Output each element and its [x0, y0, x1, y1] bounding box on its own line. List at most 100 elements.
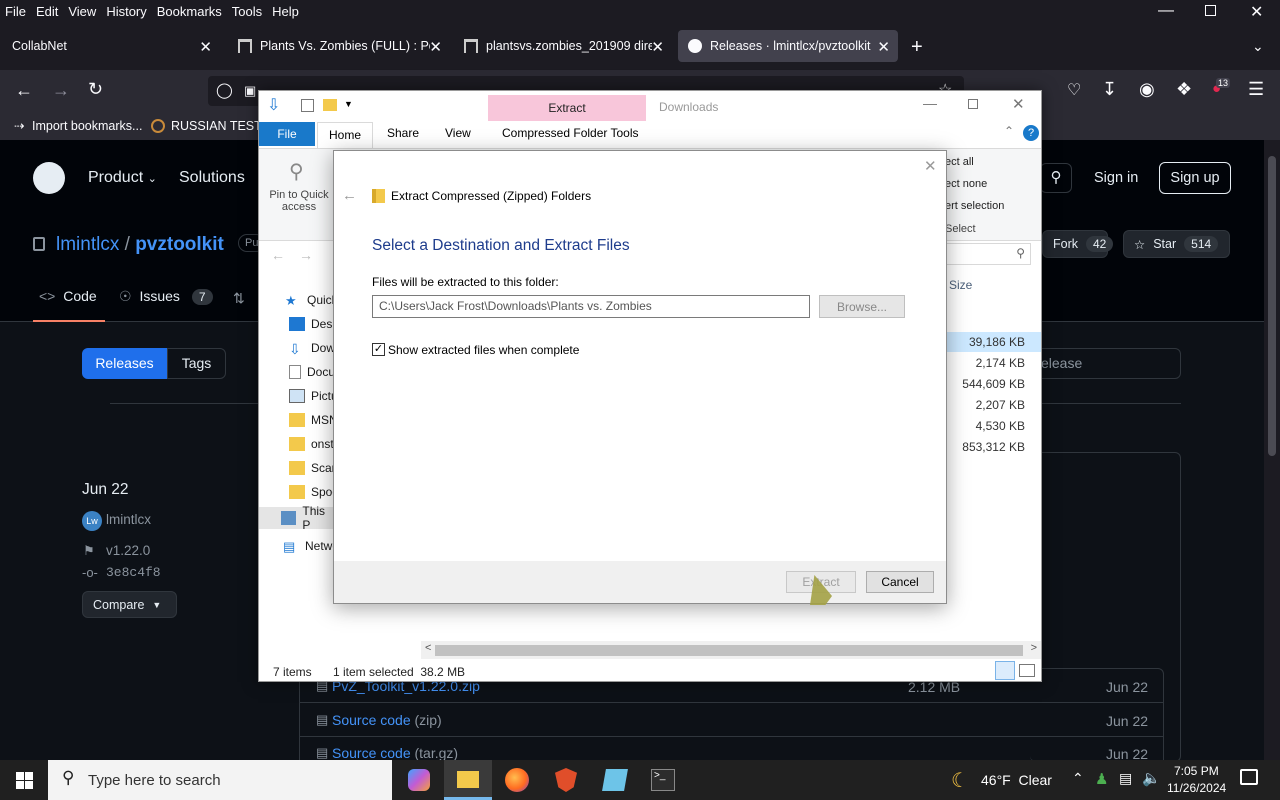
- terminal-icon[interactable]: >_: [651, 769, 675, 791]
- weather-text[interactable]: 46°F Clear: [981, 772, 1052, 788]
- quick-access-download-icon[interactable]: ⇩: [267, 95, 280, 115]
- select-none-item[interactable]: ect none: [945, 178, 987, 190]
- page-scrollbar[interactable]: [1264, 140, 1280, 760]
- account-icon[interactable]: ◉: [1139, 79, 1155, 100]
- nav-documents[interactable]: Docu: [289, 365, 335, 379]
- pull-request-icon[interactable]: ⇅: [233, 290, 245, 307]
- release-commit[interactable]: 3e8c4f8: [106, 565, 161, 580]
- explorer-close-icon[interactable]: ✕: [1012, 95, 1025, 113]
- nav-folder-scar[interactable]: Scar: [289, 461, 336, 475]
- sign-in-link[interactable]: Sign in: [1094, 170, 1138, 186]
- extensions-icon[interactable]: ❖: [1176, 79, 1192, 100]
- tab-close-icon[interactable]: ✕: [651, 38, 664, 56]
- menu-tools[interactable]: Tools: [227, 4, 267, 19]
- tab-list-chevron-icon[interactable]: ⌄: [1252, 38, 1264, 55]
- repo-name-link[interactable]: pvztoolkit: [135, 234, 224, 255]
- tab-close-icon[interactable]: ✕: [199, 38, 212, 56]
- nav-this-pc[interactable]: This P: [259, 504, 335, 532]
- bookmark-russian-test[interactable]: RUSSIAN TEST: [171, 119, 262, 133]
- volume-icon[interactable]: 🔈: [1142, 769, 1161, 787]
- destination-path-input[interactable]: C:\Users\Jack Frost\Downloads\Plants vs.…: [372, 295, 810, 318]
- clock-date[interactable]: 11/26/2024: [1167, 781, 1226, 795]
- clock-time[interactable]: 7:05 PM: [1174, 764, 1219, 778]
- help-icon[interactable]: ?: [1023, 125, 1039, 141]
- fork-button[interactable]: Fork 42: [1042, 230, 1114, 258]
- nav-product[interactable]: Product ⌄: [88, 169, 157, 187]
- show-files-checkbox[interactable]: ✓: [372, 343, 385, 356]
- nav-downloads[interactable]: ⇩ Dow: [289, 341, 335, 357]
- copilot-icon[interactable]: [408, 769, 430, 791]
- scrollbar-thumb[interactable]: [1268, 156, 1276, 456]
- dialog-close-icon[interactable]: ✕: [924, 157, 937, 175]
- explorer-search-box[interactable]: ⚲: [945, 243, 1031, 265]
- select-all-item[interactable]: ect all: [945, 156, 974, 168]
- menu-hamburger-icon[interactable]: ☰: [1248, 79, 1264, 100]
- explorer-forward-icon[interactable]: →: [299, 247, 313, 263]
- nav-pictures[interactable]: Pictu: [289, 389, 338, 403]
- tray-overflow-icon[interactable]: ⌃: [1072, 770, 1084, 787]
- forward-icon[interactable]: →: [52, 80, 70, 101]
- new-tab-icon[interactable]: +: [911, 36, 923, 59]
- qat-dropdown-icon[interactable]: ▼: [344, 99, 353, 109]
- ribbon-tab-compressed-folder-tools[interactable]: Compressed Folder Tools: [502, 126, 639, 140]
- repo-owner-link[interactable]: lmintlcx: [56, 234, 119, 255]
- file-explorer-taskbar-button[interactable]: [444, 760, 492, 800]
- scrollbar-thumb[interactable]: [435, 645, 1023, 656]
- github-logo-icon[interactable]: [33, 162, 65, 194]
- notifications-icon[interactable]: [1240, 769, 1258, 785]
- new-folder-icon[interactable]: [323, 99, 337, 111]
- start-windows-icon[interactable]: [16, 772, 33, 789]
- menu-bookmarks[interactable]: Bookmarks: [152, 4, 227, 19]
- window-close-icon[interactable]: ✕: [1250, 2, 1263, 22]
- tab-pvz-archive[interactable]: Plants Vs. Zombies (FULL) : Pop ✕: [228, 30, 450, 62]
- nav-solutions[interactable]: Solutions: [179, 169, 245, 187]
- window-minimize-icon[interactable]: —: [1158, 2, 1174, 20]
- downloads-icon[interactable]: ↧: [1102, 79, 1117, 100]
- menu-edit[interactable]: Edit: [31, 4, 63, 19]
- explorer-maximize-icon[interactable]: [968, 99, 978, 109]
- release-tag[interactable]: v1.22.0: [106, 543, 150, 558]
- back-icon[interactable]: ←: [15, 80, 33, 101]
- compare-button[interactable]: Compare ▼: [82, 591, 177, 618]
- dialog-back-icon[interactable]: ←: [342, 187, 357, 204]
- network-icon[interactable]: ▤: [1119, 770, 1132, 787]
- tab-code[interactable]: <> Code: [33, 288, 105, 322]
- details-view-icon[interactable]: [995, 661, 1015, 680]
- sign-up-button[interactable]: Sign up: [1159, 162, 1231, 194]
- find-release-input[interactable]: elease: [1030, 348, 1181, 379]
- reload-icon[interactable]: ↻: [88, 79, 103, 100]
- tags-tab-button[interactable]: Tags: [167, 348, 226, 379]
- asset-link[interactable]: Source code (zip): [332, 712, 442, 728]
- shield-icon[interactable]: ◯: [216, 76, 233, 106]
- release-author[interactable]: lmintlcx: [106, 512, 151, 527]
- tab-collabnet[interactable]: CollabNet ✕: [2, 30, 220, 62]
- nav-desktop[interactable]: Desk: [289, 317, 338, 331]
- lock-icon[interactable]: ▣: [244, 76, 256, 106]
- brave-icon[interactable]: [555, 768, 577, 792]
- nav-network[interactable]: ▤ Netwo: [283, 539, 339, 554]
- author-avatar[interactable]: Lw: [82, 511, 102, 531]
- tab-releases[interactable]: Releases · lmintlcx/pvztoolkit ✕: [678, 30, 898, 62]
- user-status-icon[interactable]: ♟: [1095, 770, 1108, 788]
- firefox-icon[interactable]: [505, 768, 529, 792]
- pocket-icon[interactable]: ♡: [1067, 80, 1081, 100]
- asset-link[interactable]: Source code (tar.gz): [332, 745, 458, 761]
- window-restore-icon[interactable]: [1205, 5, 1216, 16]
- horizontal-scrollbar[interactable]: < >: [421, 641, 1041, 659]
- weather-moon-icon[interactable]: ☾: [951, 768, 969, 793]
- ribbon-tab-home[interactable]: Home: [317, 122, 373, 148]
- ribbon-collapse-icon[interactable]: ⌃: [1004, 124, 1014, 138]
- tab-pvz-directory[interactable]: plantsvs.zombies_201909 direct ✕: [454, 30, 672, 62]
- invert-selection-item[interactable]: ert selection: [945, 200, 1004, 212]
- tab-close-icon[interactable]: ✕: [877, 38, 890, 56]
- bookmark-import[interactable]: Import bookmarks...: [32, 119, 142, 133]
- ribbon-tab-share[interactable]: Share: [387, 126, 419, 140]
- releases-tab-button[interactable]: Releases: [82, 348, 167, 379]
- extract-contextual-tab[interactable]: Extract: [488, 95, 646, 121]
- ribbon-tab-view[interactable]: View: [445, 126, 471, 140]
- taskbar-search-box[interactable]: ⚲ Type here to search: [48, 760, 392, 800]
- search-icon[interactable]: ⚲: [1040, 163, 1072, 193]
- tab-issues[interactable]: ☉ Issues 7: [119, 288, 213, 305]
- nav-quick-access[interactable]: ★ Quick: [285, 293, 338, 308]
- scroll-right-icon[interactable]: >: [1031, 642, 1037, 654]
